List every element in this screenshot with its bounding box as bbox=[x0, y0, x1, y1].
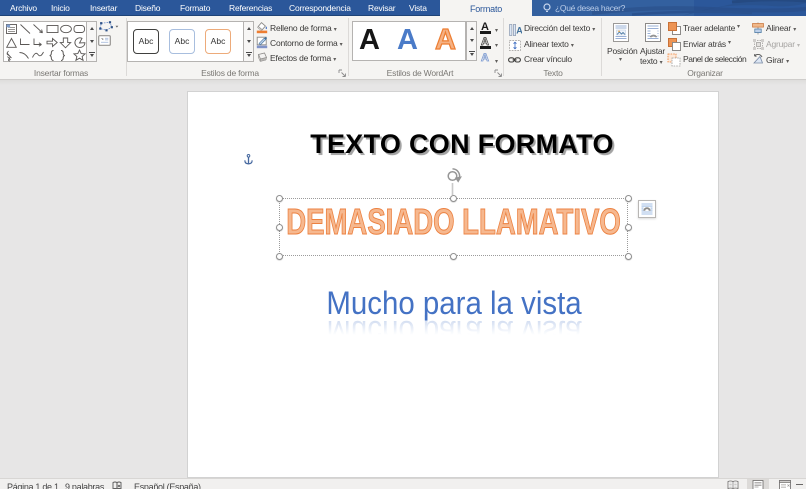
svg-text:A: A bbox=[516, 26, 522, 36]
